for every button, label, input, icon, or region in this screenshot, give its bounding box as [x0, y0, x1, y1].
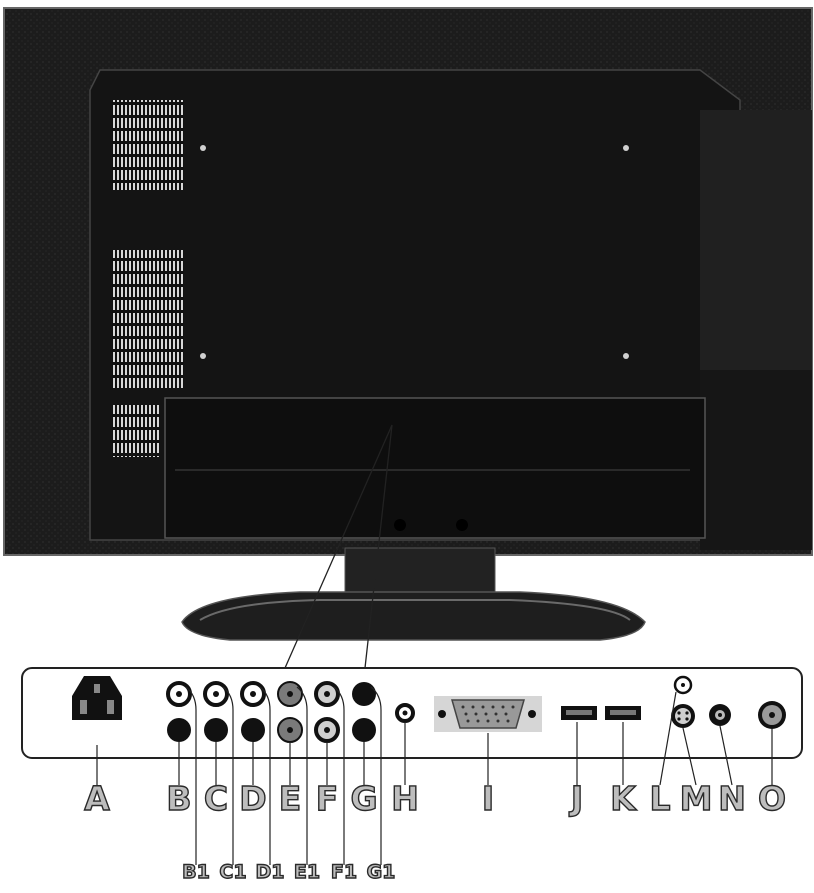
antenna-port-icon [758, 701, 786, 729]
callout-label: C [203, 779, 229, 818]
callout-label: L [649, 779, 671, 818]
callout-sublabel: E1 [293, 861, 321, 883]
callout-label: K [610, 779, 637, 818]
callout-label: M [679, 779, 713, 818]
vga-port-icon [434, 696, 542, 732]
callout-label: N [717, 779, 746, 818]
connector-bay [164, 397, 706, 539]
callout-sublabel: G1 [366, 861, 396, 883]
tv-stand [181, 547, 646, 641]
ir-jack-icon [673, 675, 693, 695]
callout-sublabel: B1 [181, 861, 210, 883]
callout-label: A [84, 779, 111, 818]
callout-label: D [239, 779, 268, 818]
callout-label: H [390, 779, 419, 818]
callout-label: F [315, 779, 339, 818]
callout-label: I [481, 779, 495, 818]
headphone-jack-icon [395, 703, 415, 723]
svideo-port-icon [671, 704, 695, 728]
callout-label: E [278, 779, 302, 818]
callout-label: O [757, 779, 787, 818]
video-jack-icon [709, 704, 731, 726]
callout-sublabel: F1 [330, 861, 358, 883]
callout-label: J [570, 779, 584, 818]
callout-label: B [166, 779, 193, 818]
tv-rear-diagram [3, 7, 813, 865]
callout-label: G [350, 779, 378, 818]
callout-sublabel: D1 [255, 861, 285, 883]
callout-sublabel: C1 [219, 861, 248, 883]
